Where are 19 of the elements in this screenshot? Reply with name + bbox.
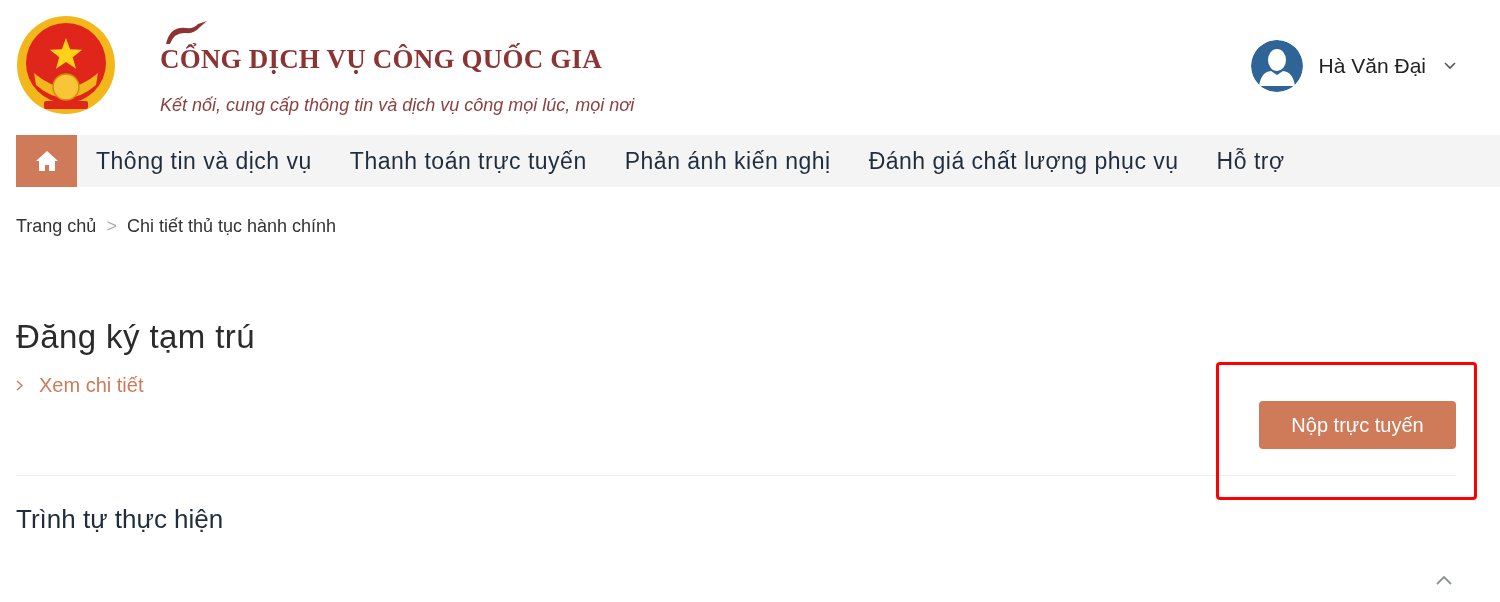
breadcrumb-link[interactable]: Chi tiết thủ tục hành chính [126,214,337,238]
nav-link[interactable]: Thông tin và dịch vụ [77,135,331,187]
user-menu[interactable]: Hà Văn Đại [1250,40,1456,92]
chevron-up-icon[interactable] [1436,575,1452,585]
home-button[interactable] [16,135,77,187]
section-title: Trình tự thực hiện [16,503,224,535]
procedure-title: Đăng ký tạm trú [16,317,255,357]
breadcrumb-link[interactable]: Trang chủ [16,214,97,238]
portal-tagline: Kết nối, cung cấp thông tin và dịch vụ công mọi lúc, mọi nơi [160,94,635,117]
chevron-right-icon [16,379,23,391]
star-emblem-icon [16,15,116,115]
breadcrumb-separator: > [106,215,117,238]
nav-link[interactable]: Phản ánh kiến nghị [605,135,850,187]
home-icon [34,150,59,172]
nav-link[interactable]: Đánh giá chất lượng phục vụ [849,135,1198,187]
nav-link[interactable]: Thanh toán trực tuyến [330,135,606,187]
user-avatar-icon [1250,40,1303,92]
nav-link[interactable]: Hỗ trợ [1197,135,1304,187]
portal-title: CỔNG DỊCH VỤ CÔNG QUỐC GIA [160,44,603,74]
